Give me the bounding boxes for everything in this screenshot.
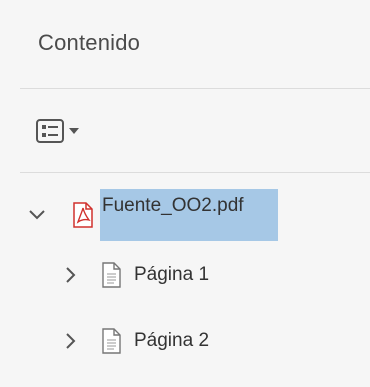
toolbar-divider: [20, 172, 370, 173]
panel-title: Contenido: [38, 30, 141, 55]
tree-item-root[interactable]: Fuente_OO2.pdf: [28, 189, 278, 241]
list-options-icon: [36, 119, 64, 143]
pdf-file-icon: [72, 202, 94, 228]
options-menu-button[interactable]: [36, 115, 79, 147]
header-divider: [20, 88, 370, 89]
chevron-down-icon[interactable]: [28, 206, 46, 224]
chevron-right-icon[interactable]: [62, 266, 80, 284]
page-icon: [100, 262, 122, 288]
tree-item-page-1[interactable]: Página 1: [62, 253, 209, 297]
page-icon: [100, 328, 122, 354]
caret-down-icon: [69, 127, 79, 135]
tree-item-label[interactable]: Fuente_OO2.pdf: [100, 189, 278, 241]
tree-item-label[interactable]: Página 2: [134, 330, 209, 352]
chevron-right-icon[interactable]: [62, 332, 80, 350]
tree-item-page-2[interactable]: Página 2: [62, 319, 209, 363]
tree-item-label[interactable]: Página 1: [134, 264, 209, 286]
